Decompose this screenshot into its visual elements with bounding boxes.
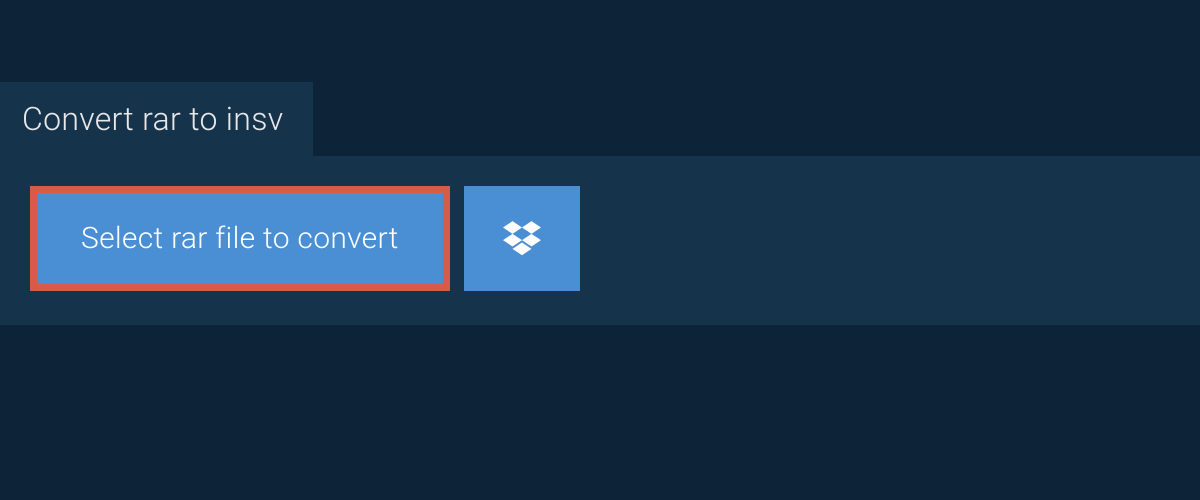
tab-convert[interactable]: Convert rar to insv — [0, 82, 313, 156]
dropbox-button[interactable] — [464, 186, 580, 291]
tab-title: Convert rar to insv — [22, 100, 283, 138]
tab-bar: Convert rar to insv — [0, 0, 1200, 156]
dropbox-icon — [503, 218, 541, 260]
upload-panel: Select rar file to convert — [0, 156, 1200, 325]
select-file-label: Select rar file to convert — [81, 221, 399, 256]
select-file-button[interactable]: Select rar file to convert — [30, 186, 450, 291]
